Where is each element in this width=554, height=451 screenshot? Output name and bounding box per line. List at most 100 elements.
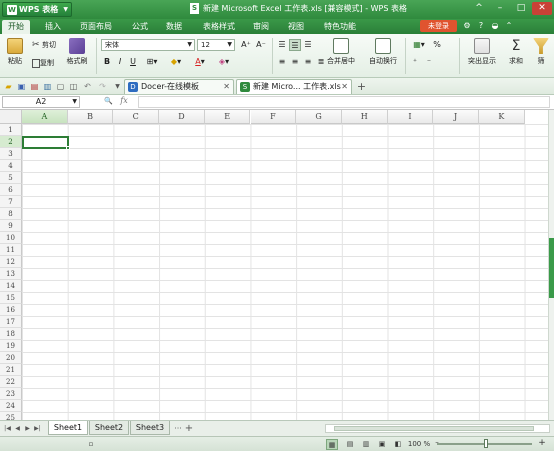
print-icon[interactable]: ▥: [42, 81, 53, 92]
row-header[interactable]: 4: [0, 160, 22, 172]
grow-font-button[interactable]: A⁺: [240, 39, 252, 51]
font-size-select[interactable]: 12 ▼: [197, 39, 235, 51]
row-header[interactable]: 20: [0, 352, 22, 364]
login-button[interactable]: 未登录: [420, 20, 457, 32]
name-box[interactable]: A2 ▼: [2, 96, 80, 108]
merge-center-button[interactable]: 合并居中: [322, 38, 360, 66]
row-header[interactable]: 10: [0, 232, 22, 244]
app-menu-button[interactable]: W WPS 表格 ▼: [2, 2, 72, 17]
column-header[interactable]: H: [341, 110, 388, 124]
page-break-view-icon[interactable]: ▤: [344, 439, 356, 450]
settings-icon[interactable]: ⚙: [462, 20, 472, 32]
vertical-scrollbar[interactable]: [548, 110, 554, 420]
minimize-button[interactable]: –: [490, 2, 510, 15]
tab-special-features[interactable]: 特色功能: [324, 20, 356, 34]
row-header[interactable]: 5: [0, 172, 22, 184]
underline-button[interactable]: U: [127, 56, 139, 68]
format-painter-button[interactable]: 格式刷: [64, 38, 90, 66]
clear-button[interactable]: ◈▾: [214, 56, 234, 68]
add-sheet-button[interactable]: +: [184, 424, 194, 434]
export-pdf-icon[interactable]: ▤: [29, 81, 40, 92]
full-screen-icon[interactable]: ▣: [376, 439, 388, 450]
row-header[interactable]: 6: [0, 184, 22, 196]
tab-insert[interactable]: 插入: [45, 20, 61, 34]
active-cell[interactable]: [22, 136, 70, 150]
column-header[interactable]: E: [204, 110, 251, 124]
zoom-in-button[interactable]: +: [537, 438, 547, 449]
select-all-corner[interactable]: [0, 110, 22, 124]
fx-icon[interactable]: fx: [120, 96, 127, 105]
zoom-slider-knob[interactable]: [484, 439, 488, 448]
row-header[interactable]: 12: [0, 256, 22, 268]
row-header[interactable]: 3: [0, 148, 22, 160]
column-header[interactable]: G: [296, 110, 342, 124]
tab-page-layout[interactable]: 页面布局: [80, 20, 112, 34]
column-header[interactable]: A: [22, 110, 68, 124]
fill-handle[interactable]: [66, 146, 70, 150]
tab-home[interactable]: 开始: [2, 20, 30, 34]
tab-formulas[interactable]: 公式: [132, 20, 148, 34]
eye-protection-icon[interactable]: ▥: [360, 439, 372, 450]
percent-button[interactable]: %: [430, 39, 444, 51]
row-header[interactable]: 25: [0, 412, 22, 420]
row-header[interactable]: 17: [0, 316, 22, 328]
column-header[interactable]: F: [250, 110, 297, 124]
undo-icon[interactable]: ↶: [82, 81, 93, 92]
next-sheet-icon[interactable]: ▶: [23, 424, 32, 434]
sheet-tab-sheet1[interactable]: Sheet1: [48, 421, 88, 435]
font-color-button[interactable]: A▾: [190, 56, 210, 68]
open-folder-icon[interactable]: ▰: [3, 81, 14, 92]
customize-quickbar-icon[interactable]: ▼: [112, 81, 123, 92]
zoom-level[interactable]: 100 %: [404, 439, 434, 450]
more-sheets-icon[interactable]: ···: [172, 424, 184, 434]
column-header[interactable]: K: [479, 110, 525, 124]
close-icon[interactable]: ✕: [223, 80, 230, 94]
decrease-decimal-button[interactable]: ⁻: [423, 56, 435, 68]
tab-table-style[interactable]: 表格样式: [203, 20, 235, 34]
spellcheck-icon[interactable]: ◫: [68, 81, 79, 92]
restore-ribbon-button[interactable]: ^: [469, 2, 489, 15]
prev-sheet-icon[interactable]: ◀: [13, 424, 22, 434]
row-header[interactable]: 18: [0, 328, 22, 340]
tab-view[interactable]: 视图: [288, 20, 304, 34]
tab-review[interactable]: 审阅: [253, 20, 269, 34]
first-sheet-icon[interactable]: |◀: [3, 424, 12, 434]
row-header[interactable]: 9: [0, 220, 22, 232]
align-top-button[interactable]: ☰: [276, 39, 288, 51]
sheet-tab-sheet2[interactable]: Sheet2: [89, 421, 129, 435]
fill-color-button[interactable]: ◆▾: [166, 56, 186, 68]
collapse-ribbon-icon[interactable]: ⌃: [504, 20, 514, 32]
skin-icon[interactable]: ◒: [490, 20, 500, 32]
formula-input[interactable]: [138, 96, 550, 108]
scrollbar-thumb[interactable]: [549, 238, 554, 298]
align-middle-button[interactable]: ☰: [289, 39, 301, 51]
row-header[interactable]: 19: [0, 340, 22, 352]
align-right-button[interactable]: ≡: [302, 56, 314, 68]
row-header[interactable]: 23: [0, 388, 22, 400]
column-header[interactable]: B: [67, 110, 114, 124]
cut-button[interactable]: ✂ 剪切: [32, 40, 56, 50]
font-name-select[interactable]: 宋体 ▼: [101, 39, 195, 51]
scrollbar-thumb[interactable]: [334, 426, 534, 431]
tab-data[interactable]: 数据: [166, 20, 182, 34]
search-icon[interactable]: 🔍: [104, 97, 113, 105]
print-preview-icon[interactable]: ▢: [55, 81, 66, 92]
row-header[interactable]: 15: [0, 292, 22, 304]
number-format-button[interactable]: ▦▾: [409, 39, 429, 51]
tab-docer-templates[interactable]: D Docer-在线模板 ✕: [124, 79, 234, 94]
maximize-button[interactable]: □: [511, 2, 531, 15]
increase-decimal-button[interactable]: ⁺: [409, 56, 421, 68]
align-bottom-button[interactable]: ☰: [302, 39, 314, 51]
row-header[interactable]: 8: [0, 208, 22, 220]
cell-area[interactable]: [22, 124, 548, 420]
row-header[interactable]: 14: [0, 280, 22, 292]
new-tab-button[interactable]: +: [356, 81, 367, 92]
bold-button[interactable]: B: [101, 56, 113, 68]
row-header[interactable]: 22: [0, 376, 22, 388]
align-left-button[interactable]: ≡: [276, 56, 288, 68]
column-header[interactable]: I: [387, 110, 434, 124]
redo-icon[interactable]: ↷: [97, 81, 108, 92]
italic-button[interactable]: I: [114, 56, 126, 68]
normal-view-icon[interactable]: ▦: [326, 439, 338, 450]
row-header[interactable]: 13: [0, 268, 22, 280]
